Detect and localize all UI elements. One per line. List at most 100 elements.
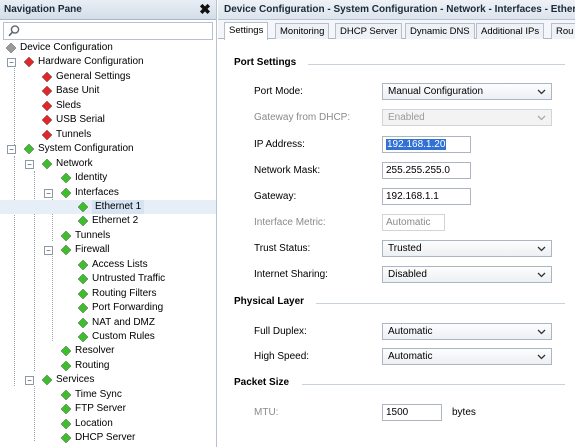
- tree-item-label: Time Sync: [75, 389, 122, 400]
- close-icon[interactable]: ✖: [198, 2, 212, 16]
- green-gem-icon: [61, 173, 71, 183]
- tree-item-label: Tunnels: [56, 129, 92, 140]
- tree-item-network[interactable]: − Network: [0, 157, 216, 171]
- tree-item-access-lists[interactable]: Access Lists: [0, 258, 216, 272]
- tree-item-sleds[interactable]: Sleds: [0, 99, 216, 113]
- tree-item-resolver[interactable]: Resolver: [0, 344, 216, 358]
- tree-item-hardware-configuration[interactable]: − Hardware Configuration: [0, 55, 216, 69]
- tree-item-services[interactable]: − Services: [0, 373, 216, 387]
- tree-item-usb-serial[interactable]: USB Serial: [0, 113, 216, 127]
- section-title: Port Settings: [234, 57, 297, 68]
- collapse-icon[interactable]: −: [7, 58, 16, 67]
- tab-settings[interactable]: Settings: [224, 22, 269, 40]
- ip-address-input[interactable]: 192.168.1.20: [382, 136, 471, 153]
- mtu-label: MTU:: [254, 407, 279, 418]
- tree-item-general-settings[interactable]: General Settings: [0, 70, 216, 84]
- tree-item-label: General Settings: [56, 71, 131, 82]
- tree-item-label: Ethernet 1: [92, 200, 145, 214]
- tree-item-dhcp-server[interactable]: DHCP Server: [0, 431, 216, 445]
- high-speed-select[interactable]: Automatic: [382, 348, 552, 365]
- tree-item-routing-filters[interactable]: Routing Filters: [0, 287, 216, 301]
- collapse-icon[interactable]: −: [25, 376, 34, 385]
- section-divider: [308, 64, 565, 65]
- tree-item-interfaces[interactable]: − Interfaces: [0, 186, 216, 200]
- tree-item-label: Device Configuration: [20, 42, 113, 53]
- green-gem-icon: [61, 404, 71, 414]
- green-gem-icon: [61, 188, 71, 198]
- tree-item-device-configuration[interactable]: Device Configuration: [0, 41, 216, 55]
- tree-item-untrusted-traffic[interactable]: Untrusted Traffic: [0, 272, 216, 286]
- tab-additional-ips[interactable]: Additional IPs: [476, 23, 545, 39]
- red-gem-icon: [42, 101, 52, 111]
- collapse-icon[interactable]: −: [7, 145, 16, 154]
- tree-item-label: Sleds: [56, 100, 82, 111]
- ip-address-label: IP Address:: [254, 139, 305, 150]
- interface-metric-input[interactable]: Automatic: [382, 214, 445, 231]
- port-mode-label: Port Mode:: [254, 86, 303, 97]
- tab-routing[interactable]: Rou: [551, 23, 575, 39]
- network-mask-input[interactable]: 255.255.255.0: [382, 162, 471, 179]
- green-gem-icon: [42, 159, 52, 169]
- tab-monitoring[interactable]: Monitoring: [275, 23, 330, 39]
- red-gem-icon: [42, 115, 52, 125]
- tree-item-label: Location: [75, 418, 113, 429]
- tree-item-identity[interactable]: Identity: [0, 171, 216, 185]
- internet-sharing-select[interactable]: Disabled: [382, 266, 552, 283]
- green-gem-icon: [78, 303, 88, 313]
- port-mode-value: Manual Configuration: [388, 86, 484, 97]
- settings-content: Port Settings Port Mode: Manual Configur…: [218, 40, 575, 447]
- tree-item-ethernet-2[interactable]: Ethernet 2: [0, 214, 216, 228]
- packet-size-section: Packet Size: [218, 377, 575, 391]
- red-gem-icon: [42, 130, 52, 140]
- tree-item-ethernet-1[interactable]: Ethernet 1: [0, 200, 216, 214]
- green-gem-icon: [78, 274, 88, 284]
- green-gem-icon: [61, 245, 71, 255]
- tree-item-routing[interactable]: Routing: [0, 359, 216, 373]
- full-duplex-select[interactable]: Automatic: [382, 323, 552, 340]
- green-gem-icon: [78, 289, 88, 299]
- tree-item-label: Untrusted Traffic: [92, 273, 166, 284]
- tree-item-port-forwarding[interactable]: Port Forwarding: [0, 301, 216, 315]
- tree-item-location[interactable]: Location: [0, 417, 216, 431]
- tree-item-time-sync[interactable]: Time Sync: [0, 388, 216, 402]
- collapse-icon[interactable]: −: [44, 246, 53, 255]
- tree-item-label: System Configuration: [38, 143, 134, 154]
- tree-item-firewall[interactable]: − Firewall: [0, 243, 216, 257]
- tree-item-tunnels[interactable]: Tunnels: [0, 229, 216, 243]
- chevron-down-icon: [537, 89, 546, 95]
- tree-item-ftp-server[interactable]: FTP Server: [0, 402, 216, 416]
- green-gem-icon: [61, 346, 71, 356]
- port-mode-select[interactable]: Manual Configuration: [382, 83, 552, 100]
- tree-item-label: Custom Rules: [92, 331, 155, 342]
- mtu-unit: bytes: [452, 407, 476, 418]
- search-input[interactable]: [3, 22, 213, 40]
- tab-dynamic-dns[interactable]: Dynamic DNS: [405, 23, 475, 39]
- tree-item-label: DHCP Server: [75, 432, 136, 443]
- main-header: Device Configuration - System Configurat…: [218, 0, 575, 20]
- section-divider: [316, 303, 565, 304]
- collapse-icon[interactable]: −: [44, 189, 53, 198]
- network-mask-value: 255.255.255.0: [386, 165, 450, 176]
- breadcrumb-title: Device Configuration - System Configurat…: [224, 4, 575, 15]
- mtu-input[interactable]: 1500: [382, 404, 442, 421]
- tree-item-custom-rules[interactable]: Custom Rules: [0, 330, 216, 344]
- tab-dhcp-server[interactable]: DHCP Server: [335, 23, 403, 39]
- green-gem-icon: [78, 318, 88, 328]
- chevron-down-icon: [537, 272, 546, 278]
- gateway-from-dhcp-label: Gateway from DHCP:: [254, 112, 351, 123]
- tree-item-label: Services: [56, 374, 95, 385]
- trust-status-select[interactable]: Trusted: [382, 240, 552, 257]
- tree-item-base-unit[interactable]: Base Unit: [0, 84, 216, 98]
- physical-layer-section: Physical Layer: [218, 296, 575, 310]
- navigation-pane-header: Navigation Pane ✖: [0, 0, 216, 20]
- collapse-icon[interactable]: −: [25, 160, 34, 169]
- red-gem-icon: [42, 86, 52, 96]
- gateway-input[interactable]: 192.168.1.1: [382, 188, 471, 205]
- tree-item-label: Interfaces: [75, 187, 119, 198]
- green-gem-icon: [78, 260, 88, 270]
- tree-item-label: Routing: [75, 360, 110, 371]
- tree-item-tunnels[interactable]: Tunnels: [0, 128, 216, 142]
- tree-item-system-configuration[interactable]: − System Configuration: [0, 142, 216, 156]
- tree-item-nat-and-dmz[interactable]: NAT and DMZ: [0, 316, 216, 330]
- green-gem-icon: [78, 202, 88, 212]
